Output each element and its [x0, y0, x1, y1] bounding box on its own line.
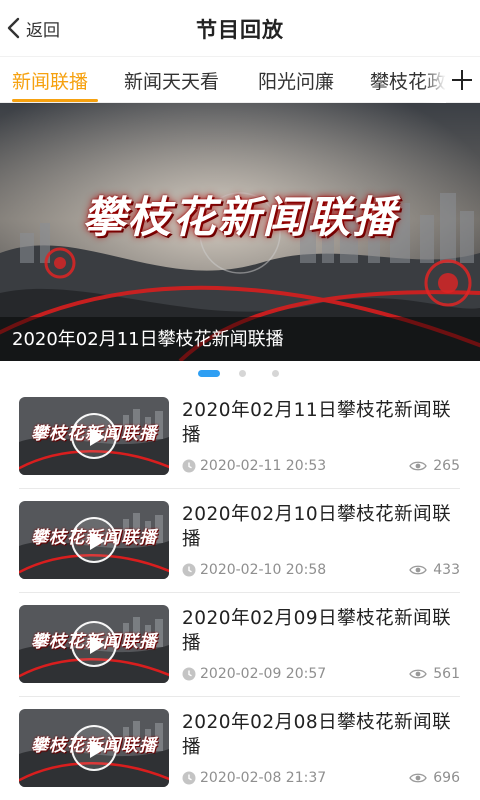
play-button[interactable]	[71, 725, 117, 771]
play-icon	[90, 740, 105, 758]
item-title: 2020年02月08日攀枝花新闻联播	[182, 712, 452, 758]
item-time: 2020-02-11 20:53	[182, 457, 326, 475]
item-title: 2020年02月09日攀枝花新闻联播	[182, 608, 452, 654]
carousel-dot-3[interactable]	[272, 370, 279, 377]
time-text: 2020-02-11 20:53	[200, 458, 327, 474]
carousel-dot-1[interactable]	[198, 370, 220, 377]
play-icon	[90, 428, 105, 446]
eye-icon	[409, 461, 428, 471]
clock-icon	[182, 459, 196, 473]
add-channel-button[interactable]	[448, 63, 476, 97]
clock-icon	[182, 667, 196, 681]
banner-caption: 2020年02月11日攀枝花新闻联播	[12, 329, 284, 350]
item-title: 2020年02月10日攀枝花新闻联播	[182, 504, 452, 550]
video-thumbnail[interactable]: 攀枝花新闻联播	[19, 501, 169, 579]
carousel-indicator	[0, 366, 480, 380]
play-icon	[90, 532, 105, 550]
list-item[interactable]: 攀枝花新闻联播 2020年02月10日攀枝花新闻联播 2020-02-10 20…	[0, 489, 480, 593]
views-count: 696	[433, 770, 460, 786]
tab-xinwen-tiantian-kan[interactable]: 新闻天天看	[124, 67, 219, 94]
list-item[interactable]: 攀枝花新闻联播 2020年02月11日攀枝花新闻联播 2020-02-11 20…	[0, 385, 480, 489]
item-time: 2020-02-09 20:57	[182, 665, 326, 683]
banner-art-title: 攀枝花新闻联播	[82, 193, 398, 243]
tab-strip: 新闻联播 新闻天天看 阳光问廉 攀枝花政	[0, 57, 446, 103]
tab-yangguang-wenlian[interactable]: 阳光问廉	[258, 67, 334, 94]
item-views: 433	[409, 561, 460, 579]
video-thumbnail[interactable]: 攀枝花新闻联播	[19, 605, 169, 683]
tab-xinwen-lianbo[interactable]: 新闻联播	[12, 67, 88, 94]
views-count: 265	[433, 458, 460, 474]
page-title: 节目回放	[196, 18, 284, 42]
play-button[interactable]	[71, 517, 117, 563]
item-views: 265	[409, 457, 460, 475]
time-text: 2020-02-10 20:58	[200, 562, 327, 578]
time-text: 2020-02-09 20:57	[200, 666, 327, 682]
list-item[interactable]: 攀枝花新闻联播 2020年02月09日攀枝花新闻联播 2020-02-09 20…	[0, 593, 480, 697]
views-count: 433	[433, 562, 460, 578]
eye-icon	[409, 669, 428, 679]
featured-banner[interactable]: 攀枝花新闻联播 2020年02月11日攀枝花新闻联播	[0, 103, 480, 361]
carousel-dot-2[interactable]	[239, 370, 246, 377]
list-item[interactable]: 攀枝花新闻联播 2020年02月08日攀枝花新闻联播 2020-02-08 21…	[0, 697, 480, 800]
item-time: 2020-02-08 21:37	[182, 769, 326, 787]
item-title: 2020年02月11日攀枝花新闻联播	[182, 400, 452, 446]
eye-icon	[409, 773, 428, 783]
play-button[interactable]	[71, 413, 117, 459]
play-button[interactable]	[71, 621, 117, 667]
play-icon	[90, 636, 105, 654]
item-views: 696	[409, 769, 460, 787]
eye-icon	[409, 565, 428, 575]
plus-icon	[452, 70, 472, 90]
time-text: 2020-02-08 21:37	[200, 770, 327, 786]
item-views: 561	[409, 665, 460, 683]
top-bar: 返回 节目回放	[0, 0, 480, 56]
tab-fade	[422, 57, 446, 103]
item-time: 2020-02-10 20:58	[182, 561, 326, 579]
clock-icon	[182, 771, 196, 785]
channel-tabs: 新闻联播 新闻天天看 阳光问廉 攀枝花政	[0, 56, 480, 103]
views-count: 561	[433, 666, 460, 682]
active-tab-indicator	[12, 99, 98, 102]
clock-icon	[182, 563, 196, 577]
video-thumbnail[interactable]: 攀枝花新闻联播	[19, 709, 169, 787]
video-thumbnail[interactable]: 攀枝花新闻联播	[19, 397, 169, 475]
